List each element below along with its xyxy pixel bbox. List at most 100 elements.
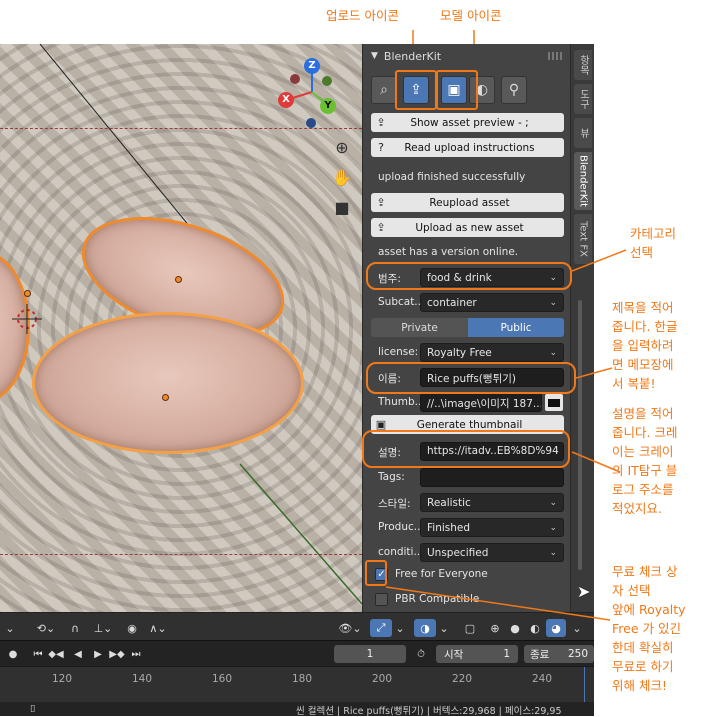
pbr-label: PBR Compatible (395, 593, 480, 605)
chevron-down-icon: ⌄ (549, 497, 557, 508)
condition-label: conditi.. (378, 546, 421, 558)
chevron-down-icon[interactable]: ⌄ (437, 619, 451, 637)
wireframe-shading-icon[interactable]: ⊕ (486, 619, 504, 637)
falloff-icon[interactable]: ∧⌄ (146, 619, 170, 637)
solid-shading-icon[interactable]: ● (506, 619, 524, 637)
annotation-upload-icon: 업로드 아이콘 (326, 8, 399, 23)
proportional-edit-icon[interactable]: ◉ (122, 619, 142, 637)
tab-text-fx[interactable]: Text FX (574, 214, 592, 264)
material-icon[interactable]: ◐ (469, 76, 495, 104)
gizmo-neg-y[interactable] (322, 76, 332, 86)
chevron-down-icon[interactable]: ⌄ (393, 619, 407, 637)
clock-icon[interactable]: ⏱ (412, 646, 430, 662)
gizmo-z[interactable]: Z (304, 58, 320, 74)
gizmo-neg-x[interactable] (290, 74, 300, 84)
subcategory-dropdown[interactable]: container ⌄ (420, 293, 564, 312)
tab-item[interactable]: 항목 (574, 50, 592, 80)
thumbnail-path-field[interactable]: //..\image\이미지 187... (420, 393, 542, 412)
drag-handle-icon[interactable] (548, 52, 562, 60)
collapse-triangle-icon[interactable]: ▼ (371, 51, 378, 61)
upload-icon: ⇪ (376, 116, 386, 129)
style-dropdown[interactable]: Realistic ⌄ (420, 493, 564, 512)
jump-start-icon[interactable]: ⏮ (30, 646, 46, 662)
upload-icon[interactable]: ⇪ (403, 76, 429, 104)
annotation-model-icon: 모델 아이콘 (440, 8, 502, 23)
public-toggle[interactable]: Public (468, 318, 564, 337)
3d-viewport[interactable]: Z X Y ⊕ ✋ ■ (0, 44, 362, 612)
tags-label: Tags: (378, 471, 405, 483)
panel-header[interactable]: ▼ BlenderKit (363, 44, 571, 68)
current-frame-field[interactable]: 1 (334, 645, 406, 663)
tab-tool[interactable]: 도구 (574, 84, 592, 114)
end-frame-field[interactable]: 종료 250 (524, 645, 594, 663)
search-icon[interactable]: ⌕ (371, 76, 397, 104)
description-field[interactable]: https://itadv..EB%8D%94 (420, 442, 564, 461)
gizmo-x[interactable]: X (278, 92, 294, 108)
navigation-gizmo[interactable]: Z X Y (276, 56, 348, 128)
start-frame-field[interactable]: 시작 1 (436, 645, 518, 663)
tags-field[interactable] (420, 468, 564, 487)
tick-label: 180 (292, 673, 313, 685)
chevron-down-icon[interactable]: ⌄ (570, 619, 584, 637)
xray-icon[interactable]: ▢ (460, 619, 480, 637)
next-keyframe-icon[interactable]: ▶◆ (108, 646, 126, 662)
chevron-down-icon: ⌄ (549, 522, 557, 533)
production-label: Produc.. (378, 521, 421, 533)
tick-label: 220 (452, 673, 473, 685)
chevron-down-icon[interactable]: ⌄ (0, 619, 20, 637)
read-instructions-button[interactable]: ? Read upload instructions (371, 138, 564, 157)
chevron-down-icon: ⌄ (549, 347, 557, 358)
gizmo-y[interactable]: Y (320, 98, 336, 114)
show-preview-button[interactable]: ⇪ Show asset preview - ; (371, 113, 564, 132)
play-reverse-icon[interactable]: ◀ (70, 646, 86, 662)
jump-end-icon[interactable]: ⏭ (128, 646, 144, 662)
tick-label: 200 (372, 673, 393, 685)
panel-scrollbar[interactable] (578, 300, 582, 570)
overlay-toggle-icon[interactable]: ◑ (414, 619, 436, 637)
generate-thumbnail-button[interactable]: ▣ Generate thumbnail (371, 415, 564, 434)
status-bar: ▯ 씬 컬렉션 | Rice puffs(뻥튀기) | 버텍스:29,968 |… (0, 702, 594, 717)
snap-icon[interactable]: ∩ (64, 619, 86, 637)
zoom-icon[interactable]: ⊕ (330, 136, 354, 160)
name-field[interactable]: Rice puffs(뻥튀기) (420, 368, 564, 387)
free-checkbox[interactable]: ✓ (375, 568, 388, 581)
brush-icon[interactable]: ⚲ (501, 76, 527, 104)
annotation-description: 설명을 적어 줍니다. 크레 이는 크레이 의 IT탐구 블 로그 주소를 적었… (612, 406, 678, 516)
viewport-header: ⌄ ⟲⌄ ∩ ⊥⌄ ◉ ∧⌄ 👁⌄ ⤢ ⌄ ◑ ⌄ ▢ ⊕ ● ◐ ◕ ⌄ (0, 612, 594, 640)
gizmo-neg-z[interactable] (306, 118, 316, 128)
hand-icon[interactable]: ✋ (330, 166, 354, 190)
timeline-controls: ● ⏮ ◆◀ ◀ ▶ ▶◆ ⏭ 1 ⏱ 시작 1 종료 250 (0, 640, 594, 666)
play-icon[interactable]: ▶ (90, 646, 106, 662)
reupload-button[interactable]: ⇪ Reupload asset (371, 193, 564, 212)
rendered-shading-icon[interactable]: ◕ (546, 619, 566, 637)
free-label: Free for Everyone (395, 568, 488, 580)
license-dropdown[interactable]: Royalty Free ⌄ (420, 343, 564, 362)
condition-dropdown[interactable]: Unspecified ⌄ (420, 543, 564, 562)
material-shading-icon[interactable]: ◐ (526, 619, 544, 637)
camera-icon[interactable]: ■ (330, 196, 354, 220)
visibility-icon[interactable]: 👁⌄ (336, 619, 364, 637)
prev-keyframe-icon[interactable]: ◆◀ (48, 646, 64, 662)
tab-view[interactable]: 뷰 (574, 118, 592, 148)
private-toggle[interactable]: Private (371, 318, 468, 337)
style-label: 스타일: (378, 498, 411, 510)
object-origin (175, 276, 182, 283)
3d-cursor[interactable] (12, 304, 42, 334)
transform-orientation-icon[interactable]: ⟲⌄ (32, 619, 60, 637)
camera-frame-top (0, 128, 362, 129)
tick-label: 120 (52, 673, 73, 685)
record-icon[interactable]: ● (6, 646, 20, 662)
production-dropdown[interactable]: Finished ⌄ (420, 518, 564, 537)
tick-label: 160 (212, 673, 233, 685)
rice-puff-object-active[interactable] (32, 312, 304, 454)
category-dropdown[interactable]: food & drink ⌄ (420, 268, 564, 287)
pbr-checkbox[interactable] (375, 593, 388, 606)
upload-new-button[interactable]: ⇪ Upload as new asset (371, 218, 564, 237)
model-icon[interactable]: ▣ (441, 76, 467, 104)
timeline-ruler[interactable]: 120 140 160 180 200 220 240 (0, 666, 594, 703)
folder-icon[interactable] (545, 394, 563, 411)
tab-blenderkit[interactable]: BlenderKit (574, 152, 592, 210)
gizmo-toggle-icon[interactable]: ⤢ (370, 619, 392, 637)
snap-increment-icon[interactable]: ⊥⌄ (88, 619, 118, 637)
playhead[interactable] (584, 667, 585, 703)
